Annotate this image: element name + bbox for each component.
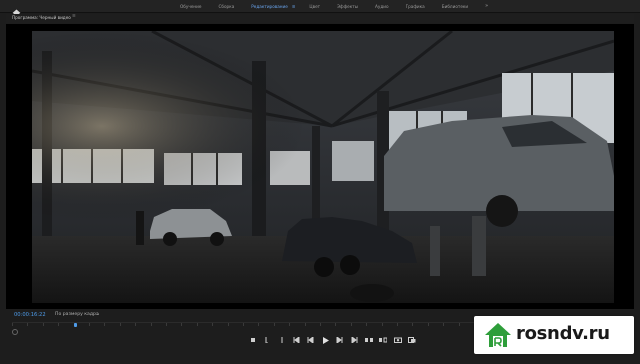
watermark: rosndv.ru — [474, 316, 634, 354]
ruler-tick — [335, 323, 337, 326]
ruler-tick — [458, 323, 460, 326]
ruler-tick — [381, 323, 383, 326]
ruler-tick — [289, 323, 291, 326]
ruler-tick — [89, 323, 90, 326]
ruler-tick — [304, 323, 306, 326]
timecode-display[interactable]: 00:00:16:22 — [14, 312, 46, 318]
ruler-tick — [350, 323, 352, 326]
ruler-tick — [443, 323, 445, 326]
ruler-tick — [58, 323, 60, 326]
tab-editing[interactable]: Редактирование — [251, 4, 288, 9]
program-monitor-title[interactable]: Программа: Черный видео — [12, 15, 71, 20]
tab-audio[interactable]: Аудио — [375, 4, 389, 9]
ruler-tick — [427, 323, 429, 326]
ruler-tick — [27, 323, 29, 326]
workspace-tabs: Обучение Сборка Редактирование ≡ Цвет Эф… — [180, 0, 488, 12]
mark-in-icon[interactable] — [248, 336, 257, 344]
go-to-in-icon[interactable] — [292, 336, 301, 344]
program-monitor — [6, 24, 634, 309]
playhead-marker[interactable] — [73, 323, 77, 327]
ruler-tick — [273, 323, 275, 326]
ruler-tick — [135, 323, 137, 326]
tab-color[interactable]: Цвет — [309, 4, 320, 9]
zoom-scroll-handle[interactable] — [12, 329, 18, 335]
ruler-tick — [196, 323, 198, 326]
chevron-down-icon[interactable]: ⌄ — [96, 312, 100, 317]
tab-libraries[interactable]: Библиотеки — [442, 4, 468, 9]
ruler-tick — [119, 323, 121, 326]
ruler-tick — [397, 323, 398, 326]
ruler-tick — [366, 323, 368, 326]
tab-graphics[interactable]: Графика — [406, 4, 425, 9]
ruler-tick — [166, 323, 167, 326]
marker-icon[interactable] — [277, 336, 286, 344]
home-icon[interactable] — [12, 2, 21, 17]
go-to-out-icon[interactable] — [350, 336, 359, 344]
tab-editing-menu-icon[interactable]: ≡ — [292, 4, 296, 9]
ruler-tick — [243, 323, 244, 326]
step-forward-icon[interactable] — [335, 336, 344, 344]
step-back-icon[interactable] — [306, 336, 315, 344]
watermark-text: rosndv.ru — [516, 323, 610, 344]
play-icon[interactable] — [321, 336, 330, 344]
ruler-tick — [212, 323, 214, 326]
fit-zoom-select[interactable]: По размеру кадра — [55, 312, 99, 317]
transport-controls — [248, 336, 422, 344]
tab-learning[interactable]: Обучение — [180, 4, 201, 9]
ruler-tick — [412, 323, 414, 326]
tab-effects[interactable]: Эффекты — [337, 4, 358, 9]
ruler-tick — [181, 323, 183, 326]
ruler-tick — [42, 323, 44, 326]
ruler-tick — [104, 323, 106, 326]
lift-icon[interactable] — [364, 336, 373, 344]
export-frame-icon[interactable] — [393, 336, 402, 344]
program-monitor-header: Программа: Черный видео ≡ — [6, 14, 634, 23]
ruler-tick — [227, 323, 229, 326]
ruler-tick — [320, 323, 321, 326]
tab-assembly[interactable]: Сборка — [218, 4, 234, 9]
video-frame[interactable] — [32, 31, 614, 303]
panel-menu-icon[interactable]: ≡ — [72, 14, 76, 19]
garage-scene-image — [32, 31, 614, 303]
workspace-bar: Обучение Сборка Редактирование ≡ Цвет Эф… — [0, 0, 640, 17]
mark-out-icon[interactable] — [263, 336, 272, 344]
ruler-tick — [150, 323, 152, 326]
ruler-tick — [258, 323, 260, 326]
compare-icon[interactable] — [408, 336, 417, 344]
more-workspaces-icon[interactable]: » — [485, 3, 488, 9]
ruler-tick — [12, 323, 13, 326]
house-logo-icon — [484, 321, 512, 349]
extract-icon[interactable] — [379, 336, 388, 344]
